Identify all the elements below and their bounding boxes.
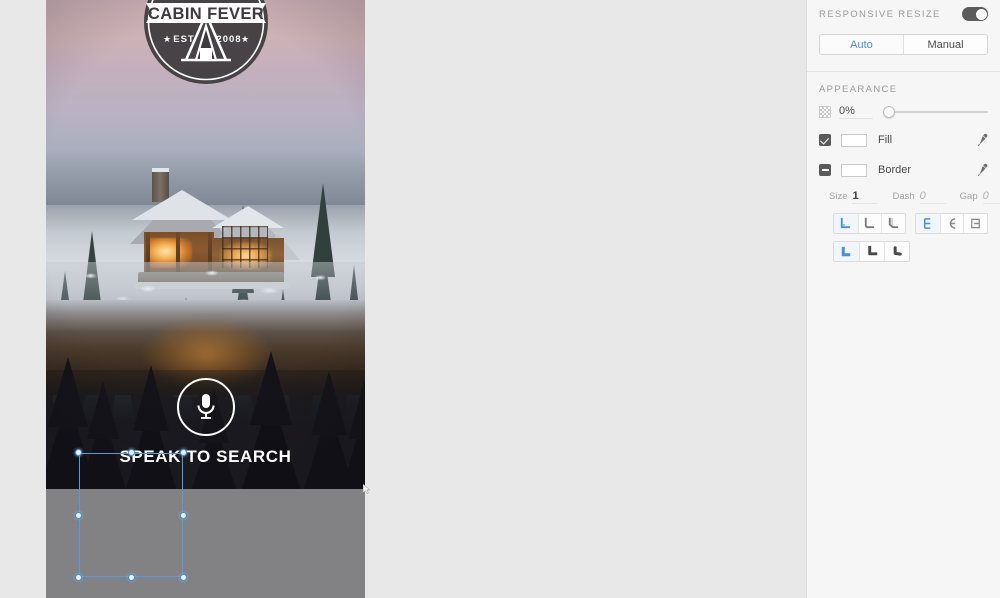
resize-mode-segmented-control[interactable]: Auto Manual — [819, 34, 988, 55]
eyedropper-icon[interactable] — [974, 133, 988, 147]
cabin-fever-logo[interactable]: CABIN FEVER ★ ★ EST 2008 — [140, 0, 272, 88]
canvas-area[interactable]: CABIN FEVER ★ ★ EST 2008 SPEAK TO SEARCH — [0, 0, 806, 598]
fill-label: Fill — [878, 134, 893, 146]
butt-cap-button[interactable] — [834, 242, 859, 261]
opacity-value-input[interactable]: 0% — [839, 105, 873, 119]
slider-thumb[interactable] — [883, 106, 895, 118]
app-root: CABIN FEVER ★ ★ EST 2008 SPEAK TO SEARCH… — [0, 0, 1000, 598]
stroke-size-value[interactable]: 1 — [852, 190, 879, 204]
bevel-join-button[interactable] — [881, 214, 905, 233]
round-join-icon — [865, 217, 875, 229]
svg-text:★: ★ — [240, 34, 248, 44]
artboard[interactable]: CABIN FEVER ★ ★ EST 2008 SPEAK TO SEARCH — [46, 0, 365, 598]
fill-checkbox[interactable] — [819, 134, 831, 146]
toggle-knob — [975, 8, 987, 20]
stroke-align-center-button[interactable] — [916, 214, 940, 233]
logo-brand-text: CABIN FEVER — [147, 5, 263, 23]
stroke-dash-label: Dash — [892, 191, 915, 202]
round-cap-button[interactable] — [884, 242, 909, 261]
fill-color-swatch[interactable] — [841, 133, 867, 147]
stroke-align-outside-button[interactable] — [963, 214, 987, 233]
eyedropper-icon[interactable] — [974, 163, 988, 177]
appearance-title: APPEARANCE — [819, 84, 898, 95]
stroke-size-label: Size — [829, 191, 848, 202]
speak-to-search-button[interactable] — [176, 378, 235, 436]
responsive-resize-header: RESPONSIVE RESIZE — [807, 0, 1000, 28]
stroke-gap-label: Gap — [959, 191, 978, 202]
border-label: Border — [878, 164, 912, 176]
square-cap-button[interactable] — [859, 242, 884, 261]
stroke-gap-value[interactable]: 0 — [982, 190, 1000, 204]
bevel-join-icon — [889, 217, 899, 229]
join-button-group — [833, 213, 906, 234]
stroke-align-outside-icon — [971, 218, 981, 229]
slider-track — [883, 111, 988, 113]
round-join-button[interactable] — [857, 214, 882, 233]
svg-text:★: ★ — [162, 34, 170, 44]
stroke-dash-value[interactable]: 0 — [919, 190, 946, 204]
properties-panel: RESPONSIVE RESIZE Auto Manual APPEARANCE… — [806, 0, 1000, 598]
stroke-dash-field[interactable]: Dash 0 — [892, 190, 946, 204]
border-checkbox[interactable] — [819, 164, 831, 176]
fill-row: Fill — [807, 125, 1000, 155]
miter-join-button[interactable] — [834, 214, 858, 233]
miter-join-icon — [841, 217, 851, 229]
resize-mode-auto-button[interactable]: Auto — [820, 35, 903, 54]
border-color-swatch[interactable] — [841, 163, 867, 177]
opacity-row: 0% — [807, 99, 1000, 125]
stroke-size-field[interactable]: Size 1 — [829, 190, 879, 204]
stroke-align-inside-icon — [950, 218, 956, 229]
opacity-slider[interactable] — [883, 105, 988, 119]
responsive-resize-title: RESPONSIVE RESIZE — [819, 8, 941, 20]
stroke-style-button-rows — [807, 207, 1000, 234]
resize-mode-manual-button[interactable]: Manual — [903, 35, 987, 54]
square-cap-icon — [867, 245, 877, 256]
microphone-icon — [196, 394, 215, 419]
checkerboard-icon — [819, 106, 831, 118]
hero-photo[interactable]: CABIN FEVER ★ ★ EST 2008 SPEAK TO SEARCH — [46, 0, 365, 489]
responsive-resize-toggle[interactable] — [962, 7, 988, 21]
border-row: Border — [807, 155, 1000, 185]
stroke-align-button-group — [915, 213, 988, 234]
round-cap-icon — [893, 246, 902, 256]
stroke-align-inside-button[interactable] — [939, 214, 964, 233]
artboard-empty-area[interactable] — [46, 489, 365, 598]
cap-button-row — [807, 234, 1000, 262]
speak-to-search-label: SPEAK TO SEARCH — [119, 447, 292, 466]
stroke-gap-field[interactable]: Gap 0 — [960, 190, 1000, 204]
logo-est-text: EST — [173, 34, 194, 45]
logo-year-text: 2008 — [216, 34, 241, 45]
stroke-fields-row: Size 1 Dash 0 Gap 0 — [807, 185, 1000, 207]
logo-badge-svg: CABIN FEVER ★ ★ EST 2008 — [143, 0, 268, 84]
stroke-align-center-icon — [924, 218, 931, 229]
cap-button-group — [833, 241, 910, 262]
butt-cap-icon — [841, 246, 851, 257]
